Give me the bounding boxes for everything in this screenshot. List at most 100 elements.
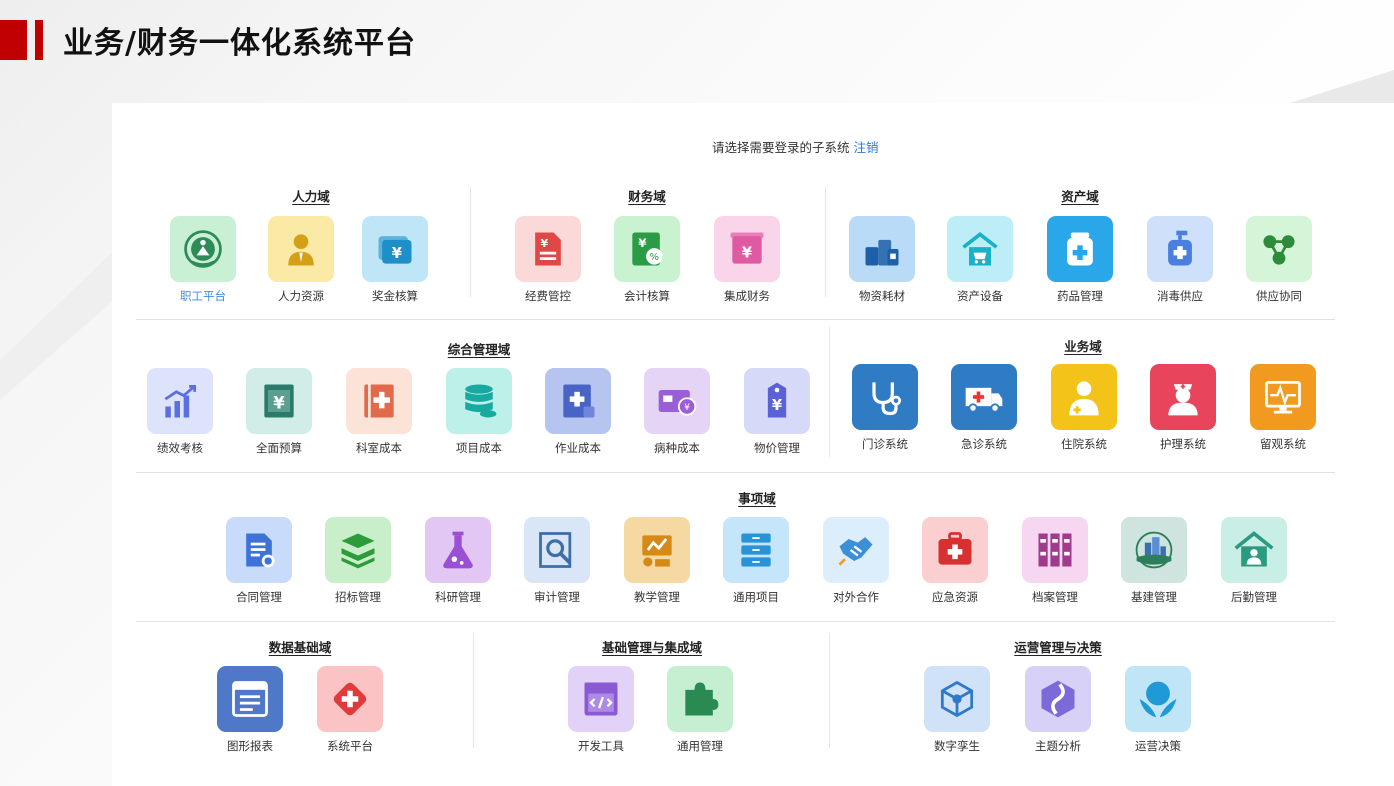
app-label[interactable]: 绩效考核 (157, 440, 203, 456)
leaf-globe-icon[interactable] (1125, 666, 1191, 732)
app-asset-3[interactable]: 药品管理 (1040, 216, 1120, 304)
app-integrated-2[interactable]: ¥ 全面预算 (239, 368, 319, 456)
app-business-4[interactable]: 护理系统 (1143, 364, 1223, 452)
logout-link[interactable]: 注销 (854, 140, 879, 155)
app-label[interactable]: 集成财务 (724, 288, 770, 304)
app-label[interactable]: 护理系统 (1160, 436, 1206, 452)
app-asset-4[interactable]: 消毒供应 (1140, 216, 1220, 304)
medical-book-icon[interactable] (346, 368, 412, 434)
doctor-icon[interactable] (1051, 364, 1117, 430)
app-label[interactable]: 项目成本 (456, 440, 502, 456)
wallet-icon[interactable]: ¥ (362, 216, 428, 282)
archive-icon[interactable] (1022, 517, 1088, 583)
bottles-icon[interactable] (849, 216, 915, 282)
app-operation-1[interactable]: 数字孪生 (917, 666, 997, 754)
first-aid-icon[interactable] (922, 517, 988, 583)
app-label[interactable]: 物价管理 (754, 440, 800, 456)
app-label[interactable]: 合同管理 (236, 589, 282, 605)
yuan-document-icon[interactable]: ¥ (515, 216, 581, 282)
app-label[interactable]: 门诊系统 (862, 436, 908, 452)
stack-icon[interactable] (325, 517, 391, 583)
app-label[interactable]: 通用管理 (677, 738, 723, 754)
app-label[interactable]: 住院系统 (1061, 436, 1107, 452)
handshake-icon[interactable] (823, 517, 889, 583)
house-cart-icon[interactable] (947, 216, 1013, 282)
app-asset-5[interactable]: 供应协同 (1239, 216, 1319, 304)
app-label[interactable]: 奖金核算 (372, 288, 418, 304)
app-finance-1[interactable]: ¥ 经费管控 (508, 216, 588, 304)
app-hr-3[interactable]: ¥ 奖金核算 (355, 216, 435, 304)
app-label[interactable]: 档案管理 (1032, 589, 1078, 605)
app-finance-3[interactable]: ¥ 集成财务 (707, 216, 787, 304)
app-affairs-9[interactable]: 档案管理 (1015, 517, 1095, 605)
app-label[interactable]: 图形报表 (227, 738, 273, 754)
ambulance-icon[interactable] (951, 364, 1017, 430)
app-label[interactable]: 留观系统 (1260, 436, 1306, 452)
app-label[interactable]: 对外合作 (833, 589, 879, 605)
app-label[interactable]: 物资耗材 (859, 288, 905, 304)
app-business-1[interactable]: 门诊系统 (845, 364, 925, 452)
app-business-2[interactable]: 急诊系统 (944, 364, 1024, 452)
card-coin-icon[interactable]: ¥ (644, 368, 710, 434)
yuan-box-icon[interactable]: ¥ (714, 216, 780, 282)
disinfect-bottle-icon[interactable] (1147, 216, 1213, 282)
app-integrated-3[interactable]: 科室成本 (339, 368, 419, 456)
buildings-icon[interactable] (1121, 517, 1187, 583)
cabinet-icon[interactable] (723, 517, 789, 583)
emblem-icon[interactable] (170, 216, 236, 282)
home-person-icon[interactable] (1221, 517, 1287, 583)
app-affairs-3[interactable]: 科研管理 (418, 517, 498, 605)
app-label[interactable]: 数字孪生 (934, 738, 980, 754)
app-label[interactable]: 招标管理 (335, 589, 381, 605)
app-foundation-2[interactable]: 通用管理 (660, 666, 740, 754)
app-label[interactable]: 后勤管理 (1231, 589, 1277, 605)
yuan-book-icon[interactable]: ¥ (246, 368, 312, 434)
app-affairs-11[interactable]: 后勤管理 (1214, 517, 1294, 605)
medicine-jar-icon[interactable] (1047, 216, 1113, 282)
app-affairs-5[interactable]: 教学管理 (617, 517, 697, 605)
app-integrated-7[interactable]: ¥ 物价管理 (737, 368, 817, 456)
app-operation-2[interactable]: 主题分析 (1018, 666, 1098, 754)
app-label[interactable]: 会计核算 (624, 288, 670, 304)
person-icon[interactable] (268, 216, 334, 282)
app-affairs-2[interactable]: 招标管理 (318, 517, 398, 605)
app-business-3[interactable]: 住院系统 (1044, 364, 1124, 452)
app-affairs-7[interactable]: 对外合作 (816, 517, 896, 605)
notebook-plus-icon[interactable] (545, 368, 611, 434)
app-label[interactable]: 病种成本 (654, 440, 700, 456)
app-label[interactable]: 消毒供应 (1157, 288, 1203, 304)
report-window-icon[interactable] (217, 666, 283, 732)
database-icon[interactable] (446, 368, 512, 434)
code-window-icon[interactable] (568, 666, 634, 732)
app-label[interactable]: 应急资源 (932, 589, 978, 605)
app-finance-2[interactable]: ¥% 会计核算 (607, 216, 687, 304)
app-label[interactable]: 通用项目 (733, 589, 779, 605)
chart-growth-icon[interactable] (147, 368, 213, 434)
app-label[interactable]: 职工平台 (180, 288, 226, 304)
app-label[interactable]: 系统平台 (327, 738, 373, 754)
app-integrated-1[interactable]: 绩效考核 (140, 368, 220, 456)
app-asset-1[interactable]: 物资耗材 (842, 216, 922, 304)
app-label[interactable]: 主题分析 (1035, 738, 1081, 754)
app-business-5[interactable]: 留观系统 (1243, 364, 1323, 452)
app-label[interactable]: 基建管理 (1131, 589, 1177, 605)
app-label[interactable]: 审计管理 (534, 589, 580, 605)
flask-icon[interactable] (425, 517, 491, 583)
app-label[interactable]: 经费管控 (525, 288, 571, 304)
app-label[interactable]: 供应协同 (1256, 288, 1302, 304)
monitor-icon[interactable] (1250, 364, 1316, 430)
app-asset-2[interactable]: 资产设备 (940, 216, 1020, 304)
app-integrated-6[interactable]: ¥ 病种成本 (637, 368, 717, 456)
app-label[interactable]: 教学管理 (634, 589, 680, 605)
app-affairs-10[interactable]: 基建管理 (1114, 517, 1194, 605)
app-label[interactable]: 药品管理 (1057, 288, 1103, 304)
contract-icon[interactable] (226, 517, 292, 583)
cube-icon[interactable] (924, 666, 990, 732)
app-label[interactable]: 全面预算 (256, 440, 302, 456)
app-label[interactable]: 作业成本 (555, 440, 601, 456)
app-integrated-5[interactable]: 作业成本 (538, 368, 618, 456)
teaching-icon[interactable] (624, 517, 690, 583)
puzzle-icon[interactable] (667, 666, 733, 732)
app-label[interactable]: 科室成本 (356, 440, 402, 456)
app-integrated-4[interactable]: 项目成本 (439, 368, 519, 456)
